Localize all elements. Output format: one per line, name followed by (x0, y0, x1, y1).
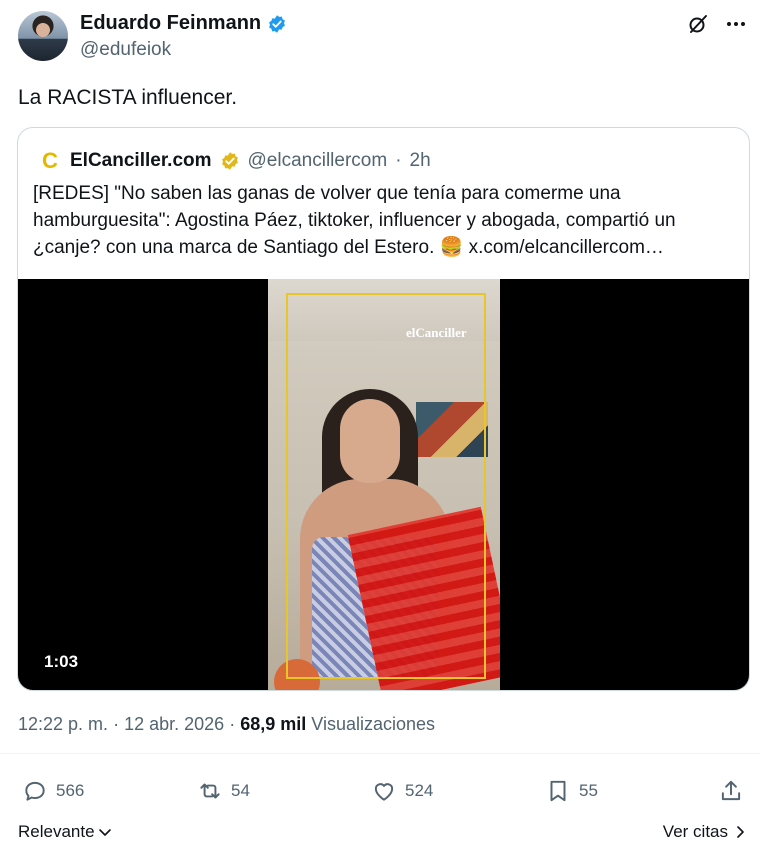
bookmark-button[interactable]: 55 (545, 778, 598, 804)
chevron-right-icon (737, 826, 744, 838)
quoted-separator: · (395, 150, 402, 171)
like-count: 524 (405, 781, 434, 800)
quoted-header: C ElCanciller.com @elcancillercom · 2h (38, 148, 431, 173)
repost-button[interactable]: 54 (197, 778, 250, 804)
divider (0, 753, 760, 754)
reply-button[interactable]: 566 (22, 778, 84, 804)
sort-label: Relevante (18, 822, 95, 841)
author-avatar[interactable] (18, 11, 68, 61)
quoted-text-line-3: ¿canje? con una marca de Santiago del Es… (33, 237, 464, 258)
quoted-author-name[interactable]: ElCanciller.com (70, 150, 212, 172)
like-button[interactable]: 524 (371, 778, 433, 804)
top-actions (686, 12, 748, 36)
heart-icon (374, 783, 394, 801)
quoted-text-line-3-row: ¿canje? con una marca de Santiago del Es… (33, 234, 733, 261)
quoted-link[interactable]: x.com/elcancillercom… (469, 237, 664, 258)
share-icon (721, 780, 741, 801)
verified-badge-icon (269, 14, 286, 33)
author-name[interactable]: Eduardo Feinmann (80, 12, 261, 35)
more-options-icon[interactable] (724, 12, 748, 36)
author-handle[interactable]: @edufeiok (80, 39, 171, 61)
verified-gold-badge-icon (221, 152, 238, 170)
grok-icon[interactable] (686, 12, 710, 36)
bookmark-count: 55 (579, 781, 598, 800)
sort-replies-dropdown[interactable]: Relevante (18, 822, 113, 842)
video-yellow-frame (286, 293, 486, 679)
quoted-text-line-1: [REDES] "No saben las ganas de volver qu… (33, 183, 621, 204)
view-quotes-label: Ver citas (662, 822, 728, 841)
repost-icon (200, 783, 220, 799)
chevron-down-icon (98, 829, 111, 836)
quoted-author-handle[interactable]: @elcancillercom (248, 150, 388, 172)
quoted-tweet-card[interactable]: C ElCanciller.com @elcancillercom · 2h [… (17, 127, 750, 691)
views-count: 68,9 mil (240, 714, 307, 734)
elcanciller-logo: C (38, 148, 62, 173)
tweet-text: La RACISTA influencer. (18, 86, 238, 109)
action-bar: 566 54 524 55 (0, 778, 760, 810)
tweet-meta: 12:22 p. m. · 12 abr. 2026 · 68,9 mil Vi… (18, 714, 435, 735)
video-watermark: elCanciller (406, 325, 467, 340)
replies-controls: Relevante Ver citas (0, 822, 760, 846)
meta-separator-2: · (229, 714, 236, 734)
bookmark-icon (550, 780, 566, 802)
video-player[interactable]: elCanciller 1:03 (18, 279, 749, 690)
reply-icon (25, 781, 45, 801)
quoted-text: [REDES] "No saben las ganas de volver qu… (33, 180, 733, 261)
quoted-time[interactable]: 2h (410, 150, 431, 172)
meta-separator: · (113, 714, 120, 734)
tweet-date[interactable]: 12 abr. 2026 (124, 714, 224, 734)
video-duration: 1:03 (44, 652, 79, 671)
share-button[interactable] (718, 778, 744, 804)
tweet-time[interactable]: 12:22 p. m. (18, 714, 108, 734)
repost-count: 54 (231, 781, 250, 800)
view-quotes-link[interactable]: Ver citas (663, 822, 748, 842)
views-label: Visualizaciones (311, 714, 436, 734)
author-name-row[interactable]: Eduardo Feinmann (80, 12, 287, 35)
quoted-text-line-2: hamburguesita": Agostina Páez, tiktoker,… (33, 210, 676, 231)
reply-count: 566 (56, 781, 85, 800)
